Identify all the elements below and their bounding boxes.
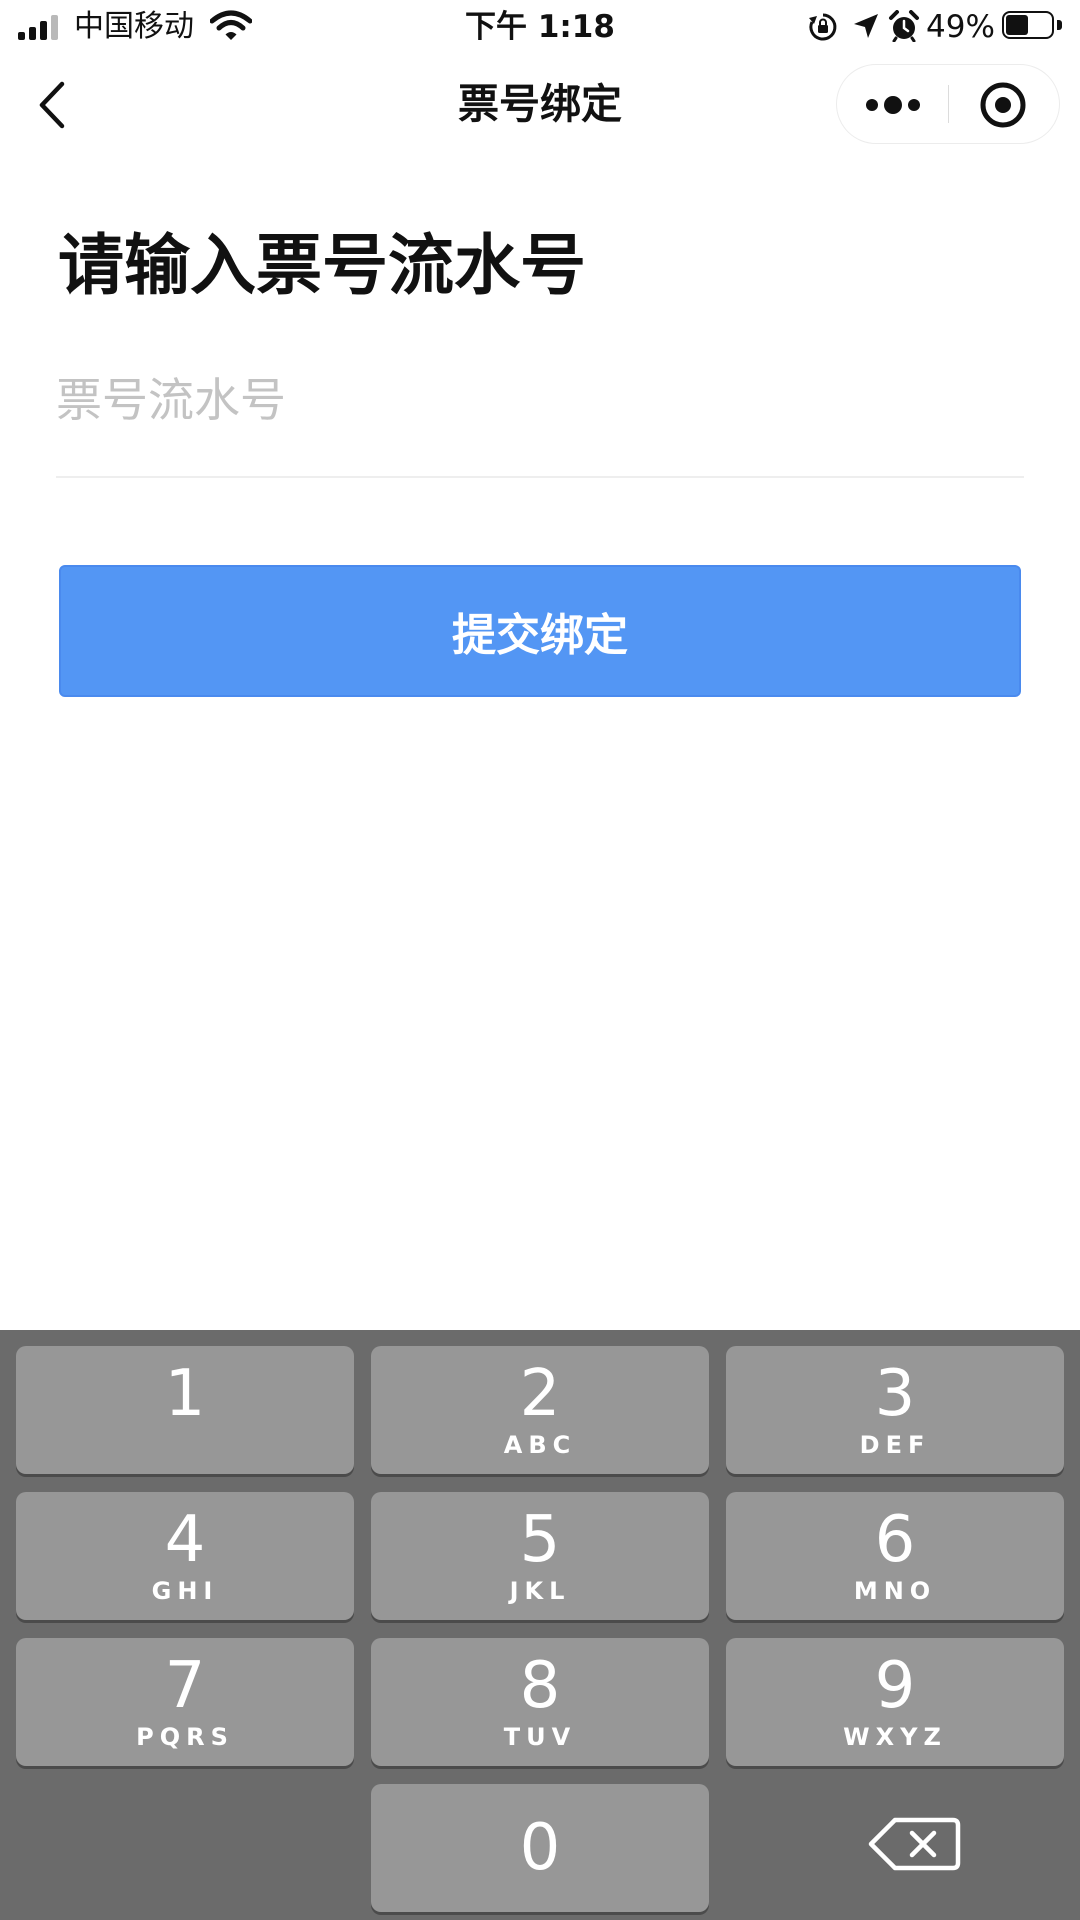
battery-icon [1002, 11, 1064, 41]
key-digit: 0 [519, 1811, 561, 1885]
more-button[interactable] [837, 65, 948, 143]
more-dots-icon [866, 96, 920, 114]
key-letters: DEF [859, 1431, 931, 1459]
close-target-icon [980, 82, 1026, 128]
key-letters: TUV [503, 1723, 577, 1751]
key-9[interactable]: 9 WXYZ [726, 1638, 1064, 1766]
nav-bar: 票号绑定 [0, 60, 1080, 150]
key-letters: JKL [509, 1577, 571, 1605]
page-heading: 请输入票号流水号 [58, 227, 586, 304]
mini-program-capsule [836, 64, 1060, 144]
battery-percent: 49% [926, 9, 995, 45]
key-letters: GHI [151, 1577, 219, 1605]
alarm-icon [889, 10, 919, 42]
back-chevron-icon [39, 81, 65, 129]
key-2[interactable]: 2 ABC [371, 1346, 709, 1474]
key-letters: PQRS [136, 1723, 234, 1751]
key-digit: 4 [164, 1503, 206, 1577]
key-digit: 3 [874, 1357, 916, 1431]
key-0[interactable]: 0 [371, 1784, 709, 1912]
key-digit: 2 [519, 1357, 561, 1431]
key-1[interactable]: 1 [16, 1346, 354, 1474]
key-letters: ABC [503, 1431, 577, 1459]
delete-key[interactable] [725, 1784, 1065, 1906]
key-6[interactable]: 6 MNO [726, 1492, 1064, 1620]
battery-level-fill [1006, 15, 1028, 35]
key-letters: WXYZ [843, 1723, 947, 1751]
key-8[interactable]: 8 TUV [371, 1638, 709, 1766]
key-4[interactable]: 4 GHI [16, 1492, 354, 1620]
back-button[interactable] [26, 74, 82, 134]
key-digit: 8 [519, 1649, 561, 1723]
key-digit: 5 [519, 1503, 561, 1577]
key-3[interactable]: 3 DEF [726, 1346, 1064, 1474]
key-digit: 1 [164, 1357, 206, 1431]
orientation-lock-icon [809, 13, 837, 41]
input-underline [56, 476, 1024, 478]
location-icon [854, 14, 878, 38]
key-5[interactable]: 5 JKL [371, 1492, 709, 1620]
key-digit: 9 [874, 1649, 916, 1723]
backspace-icon [868, 1817, 961, 1871]
close-mini-program-button[interactable] [949, 65, 1059, 143]
key-letters: MNO [853, 1577, 937, 1605]
key-digit: 7 [164, 1649, 206, 1723]
submit-binding-button[interactable]: 提交绑定 [59, 565, 1021, 697]
submit-binding-label: 提交绑定 [452, 610, 628, 661]
ticket-serial-input[interactable] [56, 360, 1024, 440]
key-7[interactable]: 7 PQRS [16, 1638, 354, 1766]
key-digit: 6 [874, 1503, 916, 1577]
status-bar: 中国移动 下午 1:18 49% [0, 0, 1080, 54]
